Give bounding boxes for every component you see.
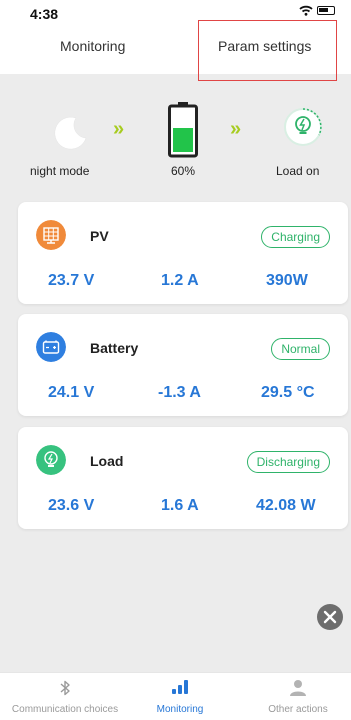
nav-monitoring[interactable]: Monitoring (130, 673, 230, 720)
pv-current: 1.2 A (161, 272, 199, 289)
user-icon (290, 680, 306, 696)
battery-icon (36, 332, 66, 362)
device-battery-icon (317, 6, 335, 15)
battery-card[interactable]: Battery Normal 24.1 V -1.3 A 29.5 °C (18, 314, 348, 416)
night-mode-label: night mode (30, 164, 90, 178)
nav-communication-choices[interactable]: Communication choices (0, 673, 130, 720)
status-icons (299, 5, 335, 16)
battery-current: -1.3 A (158, 384, 201, 401)
wifi-icon (299, 5, 313, 16)
load-card[interactable]: Load Discharging 23.6 V 1.6 A 42.08 W (18, 427, 348, 529)
tab-param-settings[interactable]: Param settings (218, 38, 311, 54)
flow-arrow-icon: » (113, 118, 125, 140)
pv-power: 390W (266, 272, 308, 289)
nav-other-actions[interactable]: Other actions (245, 673, 351, 720)
status-time: 4:38 (30, 6, 59, 22)
tab-monitoring[interactable]: Monitoring (60, 38, 125, 54)
nav-monitoring-label: Monitoring (156, 704, 204, 715)
bluetooth-icon (60, 680, 70, 696)
load-power: 42.08 W (256, 497, 316, 514)
top-tabs: Monitoring Param settings (0, 20, 351, 81)
pv-card[interactable]: PV Charging 23.7 V 1.2 A 390W (18, 202, 348, 304)
close-icon (323, 610, 337, 624)
svg-text:z: z (68, 124, 71, 130)
load-status-label: Load on (276, 164, 320, 178)
pv-voltage: 23.7 V (48, 272, 95, 289)
status-bar: 4:38 (0, 0, 351, 26)
pv-status-badge: Charging (261, 226, 330, 248)
load-voltage: 23.6 V (48, 497, 95, 514)
bottom-nav: Communication choices Monitoring Other a… (0, 672, 351, 720)
load-title: Load (90, 453, 124, 469)
battery-title: Battery (90, 340, 139, 356)
close-button[interactable] (317, 604, 343, 630)
load-bulb-icon (284, 108, 322, 146)
battery-status-badge: Normal (271, 338, 330, 360)
bar-chart-icon (172, 680, 188, 694)
load-status-badge: Discharging (246, 451, 330, 473)
moon-icon: z (54, 116, 87, 150)
energy-flow: z » » night mode 60% Load on (0, 98, 351, 188)
nav-communication-label: Communication choices (11, 704, 119, 715)
battery-level-fill (173, 128, 193, 152)
light-bulb-icon (36, 445, 66, 475)
battery-voltage: 24.1 V (48, 384, 95, 401)
solar-panel-icon (36, 220, 66, 250)
battery-percent-label: 60% (171, 164, 196, 178)
battery-temperature: 29.5 °C (261, 384, 315, 401)
flow-arrow-icon: » (230, 118, 242, 140)
load-current: 1.6 A (161, 497, 199, 514)
pv-title: PV (90, 228, 109, 244)
nav-other-label: Other actions (268, 704, 328, 715)
battery-level-icon (168, 102, 198, 158)
